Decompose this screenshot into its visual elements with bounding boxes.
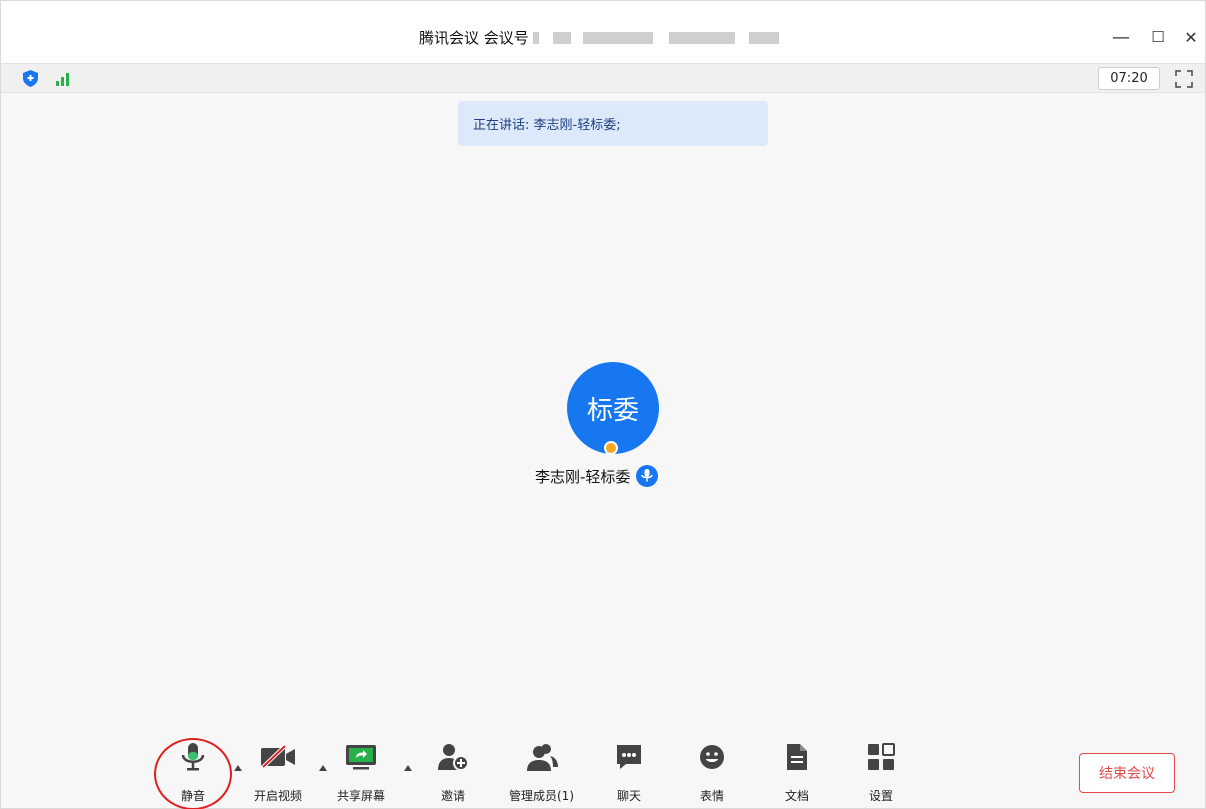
redacted-meeting-id — [582, 31, 653, 44]
highlight-annotation-circle — [154, 738, 232, 809]
share-screen-label: 共享屏幕 — [337, 789, 386, 803]
reactions-label: 表情 — [699, 789, 724, 803]
members-icon — [522, 737, 562, 777]
invite-label: 邀请 — [440, 789, 465, 803]
minimize-button[interactable]: — — [1107, 23, 1135, 51]
mic-status-icon — [636, 465, 659, 487]
chat-icon — [609, 737, 649, 777]
settings-label: 设置 — [868, 789, 893, 803]
shield-icon[interactable] — [23, 70, 38, 87]
participant-name-row: 李志刚-轻标委 — [535, 465, 659, 487]
avatar: 标委 — [567, 362, 659, 454]
status-bar: 07:20 — [1, 63, 1205, 93]
settings-grid-icon — [861, 737, 901, 777]
invite-button[interactable]: 邀请 — [433, 737, 473, 804]
document-icon — [777, 737, 817, 777]
chat-button[interactable]: 聊天 — [609, 737, 649, 804]
redacted-meeting-id — [552, 31, 571, 44]
redacted-meeting-id — [748, 31, 779, 44]
share-screen-icon — [341, 737, 381, 777]
video-label: 开启视频 — [254, 789, 303, 803]
chat-label: 聊天 — [616, 789, 641, 803]
manage-members-label: 管理成员(1) — [509, 789, 574, 803]
signal-icon[interactable] — [56, 71, 73, 86]
redacted-meeting-id — [532, 31, 539, 44]
emoji-icon — [692, 737, 732, 777]
redacted-meeting-id — [668, 31, 735, 44]
reactions-button[interactable]: 表情 — [692, 737, 732, 804]
documents-button[interactable]: 文档 — [777, 737, 817, 804]
audio-options-caret-icon[interactable] — [234, 765, 242, 771]
close-button[interactable]: ✕ — [1177, 23, 1205, 51]
participant-name: 李志刚-轻标委 — [535, 467, 631, 486]
window-title-text: 腾讯会议 会议号 — [419, 29, 529, 47]
window-title: 腾讯会议 会议号 — [419, 27, 779, 48]
maximize-button[interactable]: ☐ — [1144, 23, 1172, 51]
meeting-window: 腾讯会议 会议号 — ☐ ✕ 07:20 正在讲话: 李志刚-轻标委; 标委 李… — [0, 0, 1206, 809]
settings-button[interactable]: 设置 — [861, 737, 901, 804]
end-meeting-button[interactable]: 结束会议 — [1079, 753, 1175, 793]
video-options-caret-icon[interactable] — [319, 765, 327, 771]
host-badge-icon — [604, 441, 618, 455]
avatar-text: 标委 — [586, 395, 639, 426]
fullscreen-icon[interactable] — [1174, 69, 1194, 89]
speaking-banner: 正在讲话: 李志刚-轻标委; — [458, 101, 768, 146]
video-off-icon — [258, 737, 298, 777]
documents-label: 文档 — [784, 789, 809, 803]
video-button[interactable]: 开启视频 — [254, 737, 302, 804]
share-options-caret-icon[interactable] — [404, 765, 412, 771]
share-screen-button[interactable]: 共享屏幕 — [337, 737, 385, 804]
invite-icon — [433, 737, 473, 777]
manage-members-button[interactable]: 管理成员(1) — [509, 737, 574, 804]
meeting-timer: 07:20 — [1098, 67, 1160, 90]
title-bar: 腾讯会议 会议号 — ☐ ✕ — [1, 1, 1205, 63]
